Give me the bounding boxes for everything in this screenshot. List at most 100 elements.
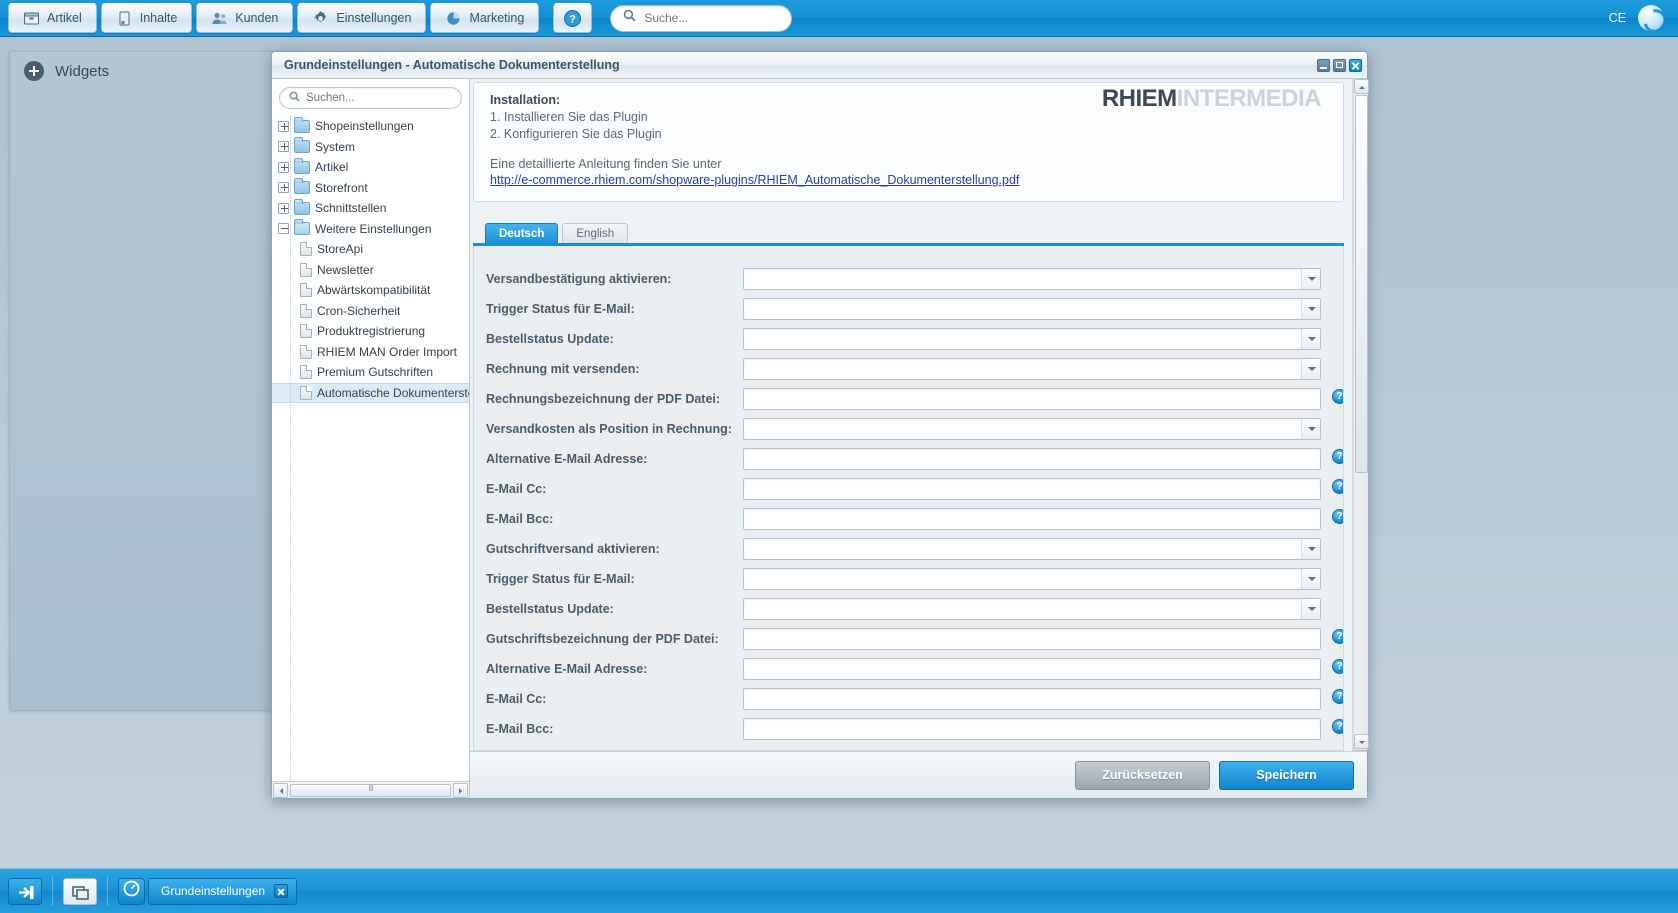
dashboard-icon	[122, 879, 141, 903]
reset-button[interactable]: Zurücksetzen	[1075, 760, 1210, 790]
help-icon[interactable]: ?	[1332, 389, 1343, 404]
logout-button[interactable]	[8, 877, 42, 905]
user-initials[interactable]: CE	[1609, 11, 1626, 25]
field-row-rechnung-mit-versenden: Rechnung mit versenden:	[474, 354, 1343, 384]
minimize-icon[interactable]	[1317, 58, 1330, 72]
trigger-status-select-2[interactable]	[743, 568, 1321, 590]
tree-search-input[interactable]	[306, 92, 452, 104]
menu-button-inhalte[interactable]: Inhalte	[100, 3, 193, 33]
tab-deutsch[interactable]: Deutsch	[485, 223, 559, 243]
search-input[interactable]	[644, 11, 780, 25]
app-icon-button[interactable]	[118, 877, 145, 905]
window-vertical-scrollbar[interactable]	[1353, 79, 1369, 749]
gutschriftsbezeichnung-input[interactable]	[743, 628, 1321, 650]
scroll-left-icon[interactable]	[273, 782, 288, 798]
tree-node-rhiem-man-order-import[interactable]: RHIEM MAN Order Import	[272, 342, 469, 363]
help-icon[interactable]: ?	[1332, 479, 1343, 494]
users-icon	[211, 10, 228, 27]
bestellstatus-update-select-1[interactable]	[743, 328, 1321, 350]
scroll-down-icon[interactable]	[1353, 734, 1369, 749]
chevron-down-icon[interactable]	[1301, 329, 1320, 349]
rechnung-mit-versenden-select[interactable]	[743, 358, 1321, 380]
expand-icon[interactable]	[278, 141, 289, 153]
email-bcc-input-2[interactable]	[743, 718, 1321, 740]
plus-circle-icon[interactable]	[24, 61, 44, 81]
chevron-down-icon[interactable]	[1301, 599, 1320, 619]
tree-search[interactable]	[279, 87, 462, 109]
maximize-icon[interactable]	[1333, 58, 1346, 72]
email-cc-input-2[interactable]	[743, 688, 1321, 710]
help-icon[interactable]: ?	[1332, 689, 1343, 704]
help-icon[interactable]: ?	[1332, 659, 1343, 674]
expand-icon[interactable]	[278, 202, 289, 214]
tree-node-storefront[interactable]: Storefront	[272, 178, 469, 199]
tree-node-storeapi[interactable]: StoreApi	[272, 239, 469, 260]
expand-icon[interactable]	[278, 182, 289, 194]
tree-node-artikel[interactable]: Artikel	[272, 157, 469, 178]
windows-stack-button[interactable]	[63, 877, 97, 905]
chevron-down-icon[interactable]	[1301, 359, 1320, 379]
expand-icon[interactable]	[278, 120, 289, 132]
field-label: Alternative E-Mail Adresse:	[486, 662, 648, 676]
help-icon[interactable]: ?	[1332, 509, 1343, 524]
menu-button-marketing[interactable]: Marketing	[430, 3, 540, 33]
tree-node-automatische-dokumenterstellung[interactable]: Automatische Dokumenterstell	[272, 382, 469, 403]
scroll-up-icon[interactable]	[1353, 79, 1369, 94]
help-icon[interactable]: ?	[1332, 629, 1343, 644]
tree-node-weitere-einstellungen[interactable]: Weitere Einstellungen	[272, 219, 469, 240]
tree-node-label: Shopeinstellungen	[315, 119, 414, 134]
chevron-down-icon[interactable]	[1301, 569, 1320, 589]
field-label: Trigger Status für E-Mail:	[486, 572, 635, 586]
versandkosten-position-select[interactable]	[743, 418, 1321, 440]
tree-node-label: Storefront	[315, 180, 368, 195]
tree-node-cron-sicherheit[interactable]: Cron-Sicherheit	[272, 301, 469, 322]
window-titlebar[interactable]: Grundeinstellungen - Automatische Dokume…	[272, 52, 1367, 79]
expand-icon[interactable]	[278, 161, 289, 173]
email-cc-input-1[interactable]	[743, 478, 1321, 500]
tree-node-produktregistrierung[interactable]: Produktregistrierung	[272, 321, 469, 342]
chevron-down-icon[interactable]	[1301, 269, 1320, 289]
help-icon[interactable]: ?	[1332, 719, 1343, 734]
menu-label-inhalte: Inhalte	[139, 11, 178, 25]
help-button[interactable]: ?	[553, 3, 593, 33]
tree-node-system[interactable]: System	[272, 137, 469, 158]
windows-stack-icon	[64, 885, 98, 910]
close-icon[interactable]	[274, 884, 289, 898]
tree-node-schnittstellen[interactable]: Schnittstellen	[272, 198, 469, 219]
chevron-down-icon[interactable]	[1301, 419, 1320, 439]
scroll-thumb[interactable]	[1355, 95, 1368, 473]
field-row-email-bcc-2: E-Mail Bcc: ?	[474, 714, 1343, 744]
save-button[interactable]: Speichern	[1219, 760, 1354, 790]
field-control	[743, 358, 1321, 380]
tree-node-newsletter[interactable]: Newsletter	[272, 260, 469, 281]
scroll-right-icon[interactable]	[453, 782, 468, 798]
alternative-email-input-1[interactable]	[743, 448, 1321, 470]
bestellstatus-update-select-2[interactable]	[743, 598, 1321, 620]
close-icon[interactable]	[1349, 58, 1362, 72]
collapse-icon[interactable]	[278, 223, 289, 235]
scroll-thumb[interactable]	[290, 783, 451, 797]
help-icon[interactable]: ?	[1332, 449, 1343, 464]
tree-node-premium-gutschriften[interactable]: Premium Gutschriften	[272, 362, 469, 383]
versandbestaetigung-select[interactable]	[743, 268, 1321, 290]
gutschriftversand-select[interactable]	[743, 538, 1321, 560]
tab-english[interactable]: English	[562, 223, 629, 243]
email-bcc-input-1[interactable]	[743, 508, 1321, 530]
menu-button-kunden[interactable]: Kunden	[196, 3, 294, 33]
alternative-email-input-2[interactable]	[743, 658, 1321, 680]
tree-node-shopeinstellungen[interactable]: Shopeinstellungen	[272, 116, 469, 137]
tree-horizontal-scrollbar[interactable]	[272, 781, 469, 798]
chevron-down-icon[interactable]	[1301, 299, 1320, 319]
taskbar-item-grundeinstellungen[interactable]: Grundeinstellungen	[148, 877, 298, 905]
settings-form: Versandbestätigung aktivieren: Trigger S…	[473, 246, 1344, 751]
menu-button-einstellungen[interactable]: Einstellungen	[297, 3, 427, 33]
taskbar-divider	[52, 876, 53, 906]
global-search[interactable]	[610, 4, 793, 32]
field-label: Versandbestätigung aktivieren:	[486, 272, 672, 286]
tree-node-abwaertskompatibilitaet[interactable]: Abwärtskompatibilität	[272, 280, 469, 301]
chevron-down-icon[interactable]	[1301, 539, 1320, 559]
menu-button-artikel[interactable]: Artikel	[8, 3, 97, 33]
documentation-link[interactable]: http://e-commerce.rhiem.com/shopware-plu…	[490, 173, 1327, 187]
rechnungsbezeichnung-input[interactable]	[743, 388, 1321, 410]
trigger-status-select-1[interactable]	[743, 298, 1321, 320]
